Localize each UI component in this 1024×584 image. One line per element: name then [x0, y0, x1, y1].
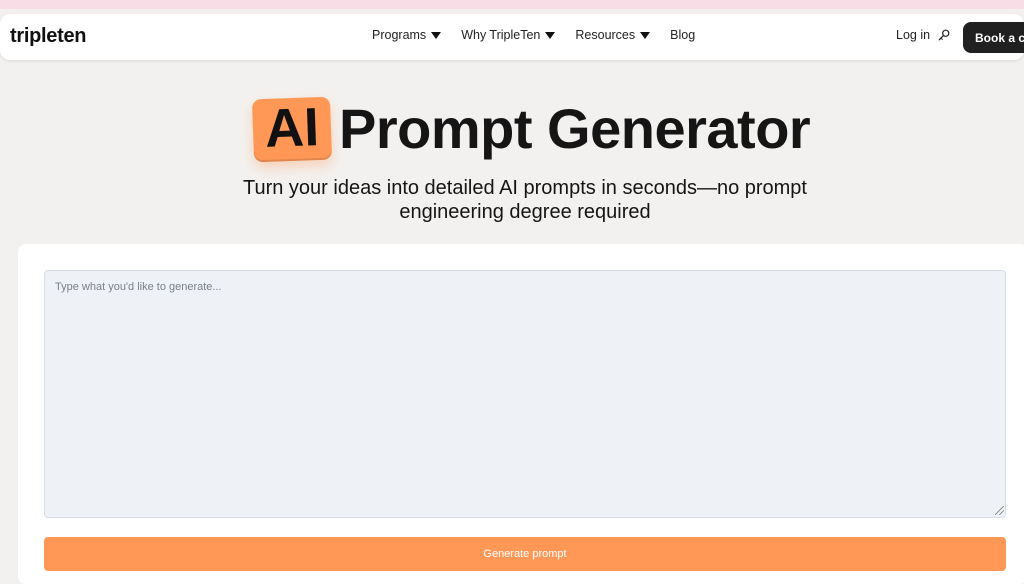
- caret-down-icon: [431, 32, 442, 39]
- tripleten-logo[interactable]: tripleten: [10, 25, 87, 48]
- book-call-button[interactable]: Book a ca: [963, 22, 1024, 53]
- caret-down-icon: [640, 32, 651, 39]
- top-browser-strip: [0, 0, 1024, 9]
- login-link[interactable]: Log in: [896, 28, 951, 42]
- nav-programs[interactable]: Programs: [372, 28, 442, 42]
- page-title: AI Prompt Generator: [246, 96, 811, 163]
- nav-why-tripleten-label: Why TripleTen: [461, 28, 541, 42]
- prompt-generator-panel: Generate prompt: [18, 244, 1024, 584]
- nav-resources[interactable]: Resources: [575, 28, 651, 42]
- resize-handle-icon[interactable]: [995, 506, 1004, 515]
- nav-resources-label: Resources: [575, 28, 636, 42]
- nav-blog-label: Blog: [670, 28, 696, 42]
- caret-down-icon: [545, 32, 556, 39]
- site-header: tripleten Programs Why TripleTen Resourc…: [0, 14, 1024, 60]
- generate-prompt-button[interactable]: Generate prompt: [44, 537, 1006, 571]
- search-key-icon: [938, 29, 950, 41]
- ai-badge: AI: [251, 96, 333, 163]
- nav-why-tripleten[interactable]: Why TripleTen: [461, 28, 556, 42]
- login-label: Log in: [896, 28, 931, 42]
- prompt-input[interactable]: [44, 270, 1006, 518]
- nav-programs-label: Programs: [372, 28, 427, 42]
- title-text: Prompt Generator: [339, 97, 811, 161]
- page-subtitle: Turn your ideas into detailed AI prompts…: [242, 177, 807, 223]
- main-navigation: Programs Why TripleTen Resources Blog: [372, 28, 695, 42]
- nav-blog[interactable]: Blog: [670, 28, 695, 42]
